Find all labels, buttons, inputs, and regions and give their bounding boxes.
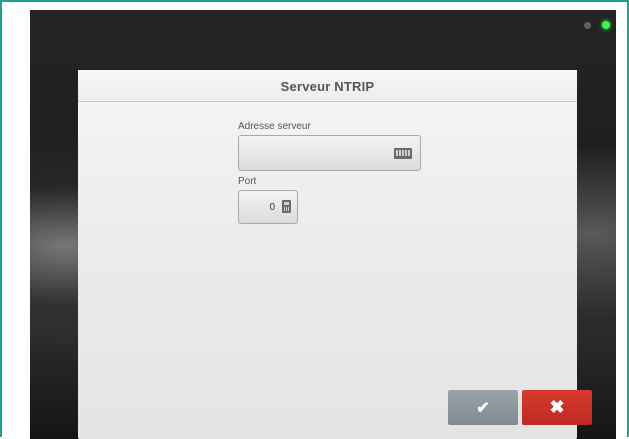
dialog-header: Serveur NTRIP (78, 70, 577, 102)
server-address-label: Adresse serveur (238, 121, 311, 132)
photo-frame: Serveur NTRIP Adresse serveur Port 0 ✔ ✖ (0, 0, 629, 439)
dialog-title: Serveur NTRIP (280, 79, 375, 94)
device-screen: Serveur NTRIP Adresse serveur Port 0 ✔ ✖ (78, 70, 592, 439)
calculator-icon[interactable] (282, 200, 291, 213)
cancel-button[interactable]: ✖ (522, 390, 592, 425)
status-led-green (602, 21, 610, 29)
port-value: 0 (269, 202, 275, 213)
server-address-field[interactable] (238, 135, 421, 171)
port-label: Port (238, 176, 257, 187)
checkmark-icon: ✔ (476, 399, 490, 417)
port-field[interactable]: 0 (238, 190, 298, 224)
status-led-grey (584, 22, 591, 29)
device-bezel: Serveur NTRIP Adresse serveur Port 0 ✔ ✖ (30, 10, 616, 439)
close-icon: ✖ (549, 397, 565, 417)
confirm-button[interactable]: ✔ (448, 390, 518, 425)
keyboard-icon[interactable] (394, 148, 412, 159)
